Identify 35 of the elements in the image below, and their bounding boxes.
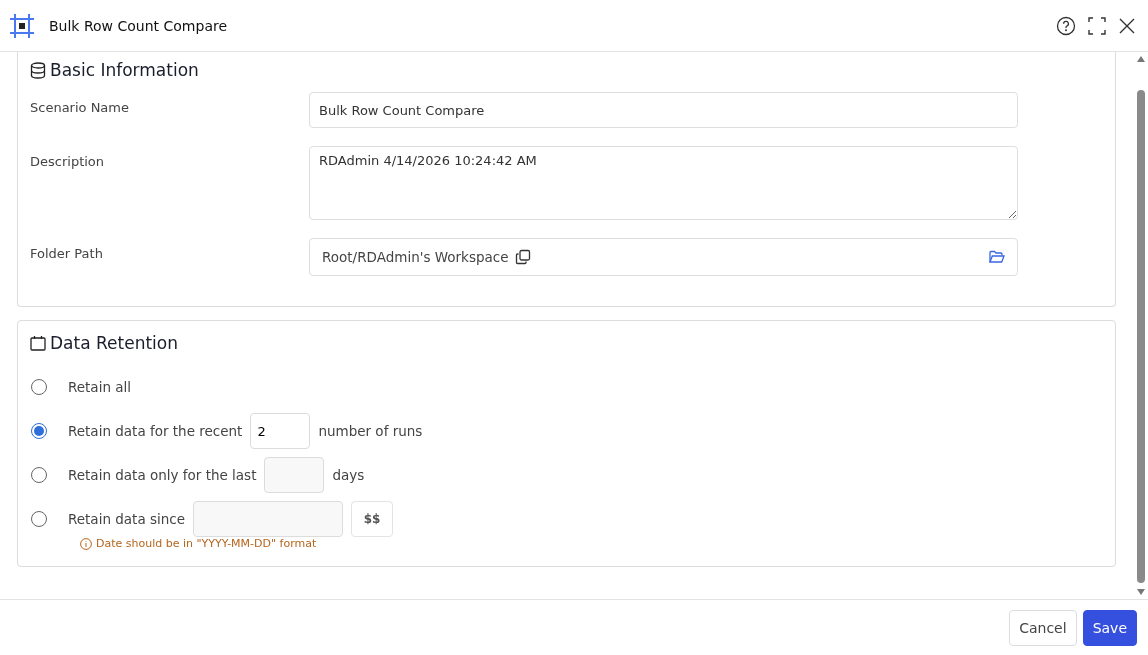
database-icon: [30, 61, 46, 79]
field-label: Folder Path: [30, 245, 104, 261]
calendar-icon: [30, 335, 46, 351]
info-icon: [80, 537, 92, 550]
option-label: Retain all: [68, 379, 132, 395]
maximize-icon[interactable]: [1087, 15, 1107, 36]
count-field[interactable]: [264, 457, 325, 493]
cancel-button[interactable]: Cancel: [1009, 609, 1077, 646]
option-label: Retain data for the recent: [68, 423, 243, 439]
scenario-name-field[interactable]: Bulk Row Count Compare: [309, 92, 1018, 128]
folder-path-field[interactable]: Root/RDAdmin's Workspace: [309, 238, 1018, 276]
option-label: Retain data since: [68, 511, 185, 527]
section-title: Basic Information: [50, 60, 199, 80]
date-format-hint: Date should be in "YYYY-MM-DD" format: [96, 537, 317, 550]
scroll-down-icon[interactable]: [1137, 589, 1145, 595]
section-title: Data Retention: [50, 333, 178, 353]
count-field[interactable]: 2: [250, 413, 311, 449]
window-title: Bulk Row Count Compare: [49, 17, 229, 34]
description-field[interactable]: RDAdmin 4/14/2026 10:24:42 AM: [309, 146, 1018, 220]
field-label: Scenario Name: [30, 99, 130, 115]
scroll-up-icon[interactable]: [1137, 56, 1145, 62]
copy-icon[interactable]: [514, 249, 531, 265]
variable-button[interactable]: $$: [351, 501, 393, 537]
folder-path-text: Root/RDAdmin's Workspace: [322, 249, 509, 265]
date-field[interactable]: [193, 501, 343, 537]
option-suffix: number of runs: [318, 423, 423, 439]
save-button[interactable]: Save: [1082, 609, 1137, 646]
field-label: Description: [30, 153, 106, 169]
frame-icon: [9, 12, 35, 39]
scrollbar-thumb[interactable]: [1137, 90, 1145, 583]
option-label: Retain data only for the last: [68, 467, 257, 483]
folder-icon[interactable]: [989, 250, 1005, 264]
help-icon[interactable]: [1056, 15, 1076, 36]
option-suffix: days: [332, 467, 365, 483]
close-icon[interactable]: [1118, 16, 1136, 35]
